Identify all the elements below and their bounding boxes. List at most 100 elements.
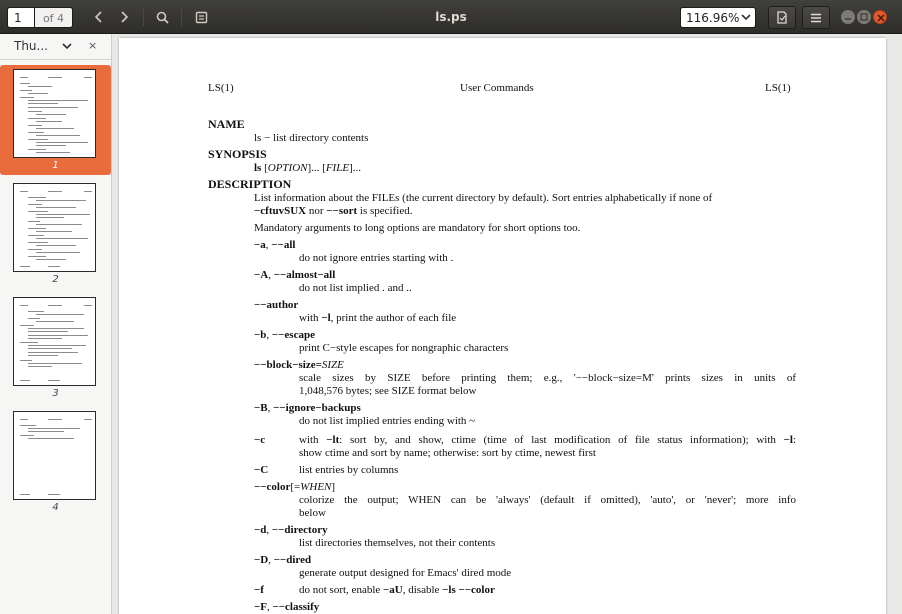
sidebar-header: Thu... × — [0, 34, 111, 60]
thumbnail-label: 1 — [52, 160, 59, 171]
synopsis-option: OPTION — [267, 162, 308, 174]
option-long: −−dired — [273, 554, 312, 566]
sidebar-mode-label: Thu... — [14, 39, 48, 53]
plain-text: do not sort, enable — [299, 584, 384, 596]
page-thumbnail-image — [13, 297, 96, 386]
option-long: −−classify — [272, 601, 320, 613]
description-line-2: −cftuvSUX nor −−sort is specified. — [254, 205, 412, 218]
option-long: −−directory — [271, 524, 328, 536]
maximize-button[interactable] — [857, 10, 871, 24]
option-dired: −D, −−dired — [254, 554, 311, 567]
option-short: −a — [254, 239, 266, 251]
zoom-select[interactable]: 116.96% — [680, 7, 756, 28]
option-ctime-description-2: show ctime and sort by name; otherwise: … — [299, 447, 596, 459]
page-thumbnail-1[interactable]: 1 — [0, 65, 111, 175]
synopsis-bracket-close: ]... — [349, 162, 361, 174]
header-bar: 1 of 4 ls.ps 116.96% — [0, 0, 902, 34]
toolbar-separator — [143, 8, 144, 26]
page-thumbnail-image — [13, 183, 96, 272]
previous-page-button[interactable] — [86, 5, 112, 29]
option-directory: −d, −−directory — [254, 524, 328, 537]
page-thumbnail-4[interactable]: 4 — [0, 408, 111, 516]
sidebar-close-button[interactable]: × — [88, 39, 97, 52]
thumbnail-sidebar: Thu... × 1 2 3 4 — [0, 34, 112, 614]
menu-button[interactable] — [802, 6, 830, 29]
bold-text: −cftuvSUX — [254, 205, 307, 217]
running-header-center: User Commands — [460, 82, 534, 94]
option-argument: WHEN — [300, 481, 332, 493]
plain-text: nor — [306, 205, 327, 217]
option-author-description: with −l, print the author of each file — [299, 312, 456, 325]
option-almost-all: −A, −−almost−all — [254, 269, 335, 282]
section-heading-name: NAME — [208, 117, 245, 131]
bold-text: −l — [321, 312, 331, 324]
plain-text: [= — [290, 481, 301, 493]
document-viewer-window: 1 of 4 ls.ps 116.96% Thu... × 1 2 3 4 LS… — [0, 0, 902, 614]
search-button[interactable] — [149, 5, 175, 29]
option-escape: −b, −−escape — [254, 329, 315, 342]
running-header-left: LS(1) — [208, 82, 234, 94]
page-thumbnail-image — [13, 411, 96, 500]
option-color-description-2: below — [299, 507, 326, 519]
option-columns: −C — [254, 464, 269, 476]
option-dired-description: generate output designed for Emacs' dire… — [299, 567, 512, 579]
option-all: −a, −−all — [254, 239, 295, 252]
plain-text: : sort by, and show, ctime (time of last… — [339, 434, 784, 446]
section-heading-synopsis: SYNOPSIS — [208, 147, 267, 161]
zoom-value: 116.96% — [686, 11, 740, 25]
thumbnail-label: 3 — [52, 388, 59, 399]
synopsis-bracket-mid: ]... [ — [307, 162, 326, 174]
option-short: −b — [254, 329, 267, 341]
chevron-right-icon — [121, 11, 129, 23]
minimize-button[interactable] — [841, 10, 855, 24]
option-short: −d — [254, 524, 267, 536]
option-color: −−color[=WHEN] — [254, 481, 335, 494]
plain-text: , disable — [402, 584, 443, 596]
hamburger-menu-icon — [811, 13, 821, 22]
minimize-icon — [845, 18, 851, 20]
option-block-size-description-2: 1,048,576 bytes; see SIZE format below — [299, 385, 477, 397]
option-author: −−author — [254, 299, 299, 311]
close-window-button[interactable] — [873, 10, 887, 24]
print-button[interactable] — [768, 6, 796, 29]
bold-text: −ls −−color — [442, 584, 495, 596]
plain-text: : — [792, 434, 796, 446]
option-short: −F — [254, 601, 267, 613]
section-heading-description: DESCRIPTION — [208, 177, 292, 191]
option-short: −B — [254, 402, 268, 414]
option-columns-description: list entries by columns — [299, 464, 399, 476]
option-long: −−all — [271, 239, 296, 251]
document-view[interactable]: LS(1) User Commands LS(1) NAME ls − list… — [112, 34, 902, 614]
option-long: −−almost−all — [273, 269, 336, 281]
running-header-right: LS(1) — [765, 82, 791, 94]
option-long: −−escape — [271, 329, 315, 341]
plain-text: ] — [331, 481, 336, 493]
annotations-button[interactable] — [188, 5, 214, 29]
page-thumbnail-2[interactable]: 2 — [0, 180, 111, 288]
option-color-description-1: colorize the output; WHEN can be 'always… — [299, 494, 796, 506]
name-text: ls − list directory contents — [254, 132, 369, 144]
synopsis-line: ls [OPTION]... [FILE]... — [254, 162, 361, 175]
page-count-label: of 4 — [35, 7, 73, 28]
page-number-input[interactable]: 1 — [7, 7, 35, 28]
document-icon — [777, 11, 787, 24]
document-page: LS(1) User Commands LS(1) NAME ls − list… — [119, 38, 886, 614]
description-line-1: List information about the FILEs (the cu… — [254, 192, 713, 204]
sidebar-mode-select[interactable]: Thu... — [6, 38, 76, 57]
option-ctime: −c — [254, 434, 266, 446]
next-page-button[interactable] — [111, 5, 137, 29]
plain-text: , print the author of each file — [330, 312, 457, 324]
option-long: −−block−size= — [254, 359, 322, 371]
page-thumbnail-image — [13, 69, 96, 158]
plain-text: with — [299, 434, 327, 446]
chevron-left-icon — [94, 11, 102, 23]
option-escape-description: print C−style escapes for nongraphic cha… — [299, 342, 509, 354]
plain-text: is specified. — [357, 205, 413, 217]
page-thumbnail-3[interactable]: 3 — [0, 294, 111, 402]
option-almost-all-description: do not list implied . and .. — [299, 282, 412, 294]
option-ignore-backups-description: do not list implied entries ending with … — [299, 415, 476, 427]
option-block-size-description-1: scale sizes by SIZE before printing them… — [299, 372, 796, 384]
option-argument: SIZE — [321, 359, 344, 371]
option-ignore-backups: −B, −−ignore−backups — [254, 402, 361, 415]
bold-text: −−sort — [326, 205, 358, 217]
